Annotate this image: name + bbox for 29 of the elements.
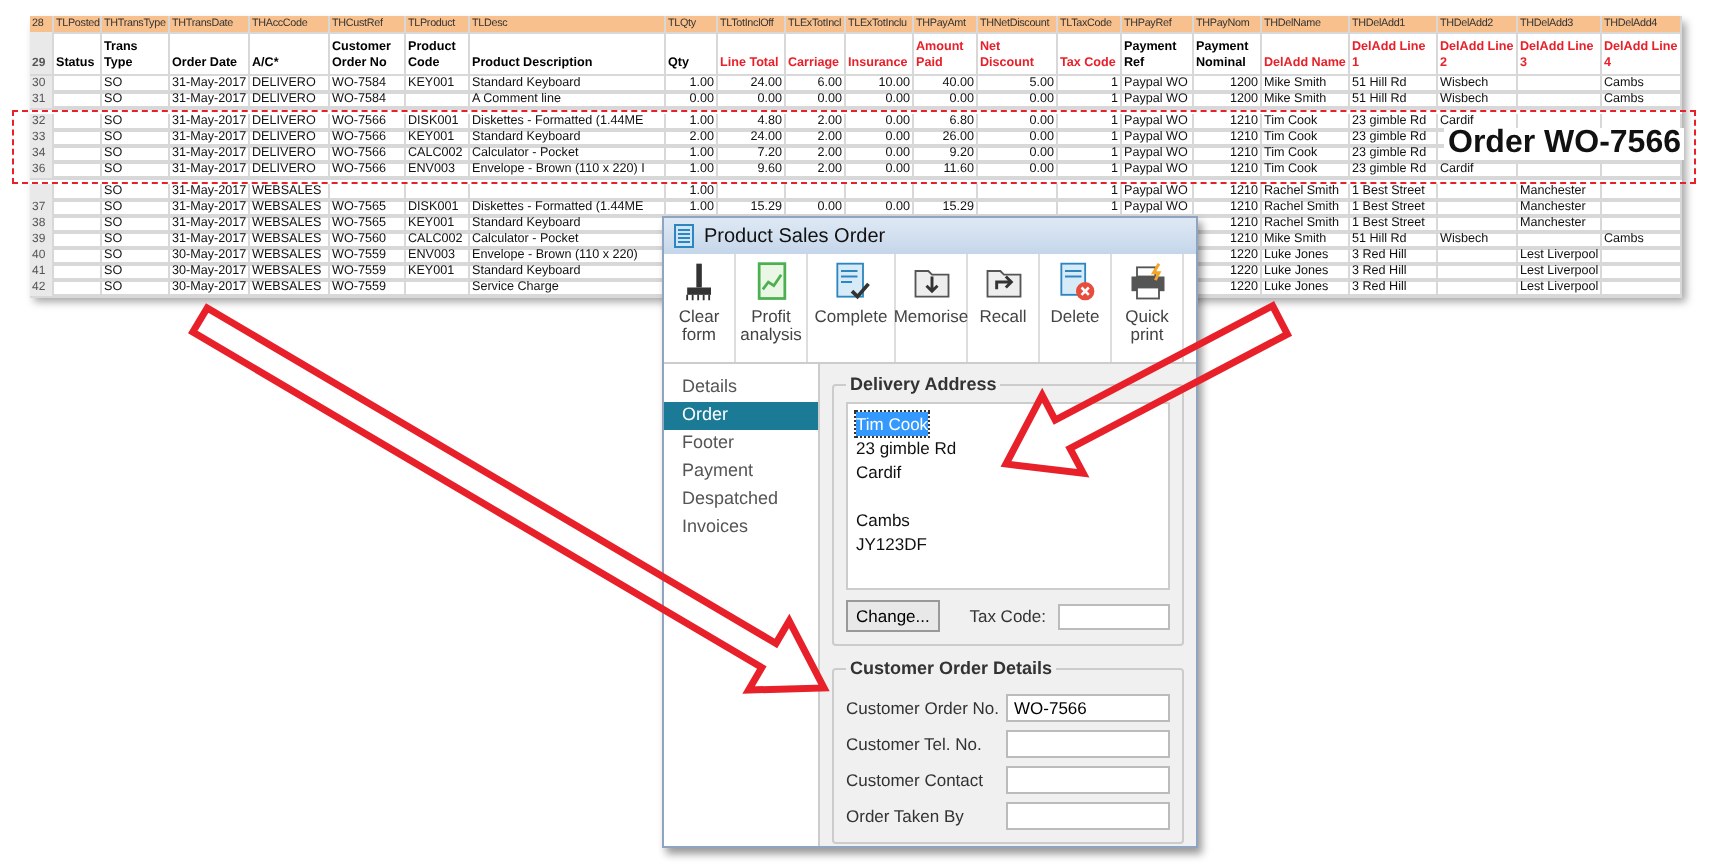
field-label: Customer Order No. [846, 698, 1000, 718]
toolbar-button[interactable]: Profit analysis [736, 254, 808, 362]
window-title: Product Sales Order [704, 225, 886, 247]
toolbar-button[interactable]: Recall [968, 254, 1040, 362]
address-line: JY123DF [856, 532, 927, 556]
change-button[interactable]: Change... [846, 600, 940, 632]
group-title: Delivery Address [848, 374, 999, 394]
toolbar-button[interactable]: Quick print [1112, 254, 1184, 362]
toolbar-button[interactable]: Clear form [664, 254, 736, 362]
input-field[interactable]: WO-7566 [1006, 694, 1170, 722]
nav-item[interactable]: Details [664, 374, 818, 402]
address-field[interactable]: Tim Cook 23 gimble Rd Cardif Cambs JY123DF [846, 402, 1170, 590]
field-label: Customer Contact [846, 770, 983, 790]
address-line: 23 gimble Rd [856, 436, 957, 460]
address-line: Cardif [856, 460, 902, 484]
field-label: Customer Tel. No. [846, 734, 982, 754]
group-title: Customer Order Details [848, 658, 1055, 678]
field-label: Order Taken By [846, 806, 964, 826]
toolbar-button[interactable]: Complete [808, 254, 896, 362]
address-line: Cambs [856, 508, 910, 532]
field-label: Tax Code: [969, 606, 1046, 626]
callout-label: Order WO-7566 [1444, 128, 1685, 160]
toolbar-button[interactable]: Memorise [896, 254, 968, 362]
nav-item[interactable]: Footer [664, 430, 818, 458]
toolbar-button[interactable]: Delete [1040, 254, 1112, 362]
nav-item[interactable]: Invoices [664, 514, 818, 542]
nav-item[interactable]: Order [664, 402, 818, 430]
nav-item[interactable]: Payment [664, 458, 818, 486]
nav-item[interactable]: Despatched [664, 486, 818, 514]
